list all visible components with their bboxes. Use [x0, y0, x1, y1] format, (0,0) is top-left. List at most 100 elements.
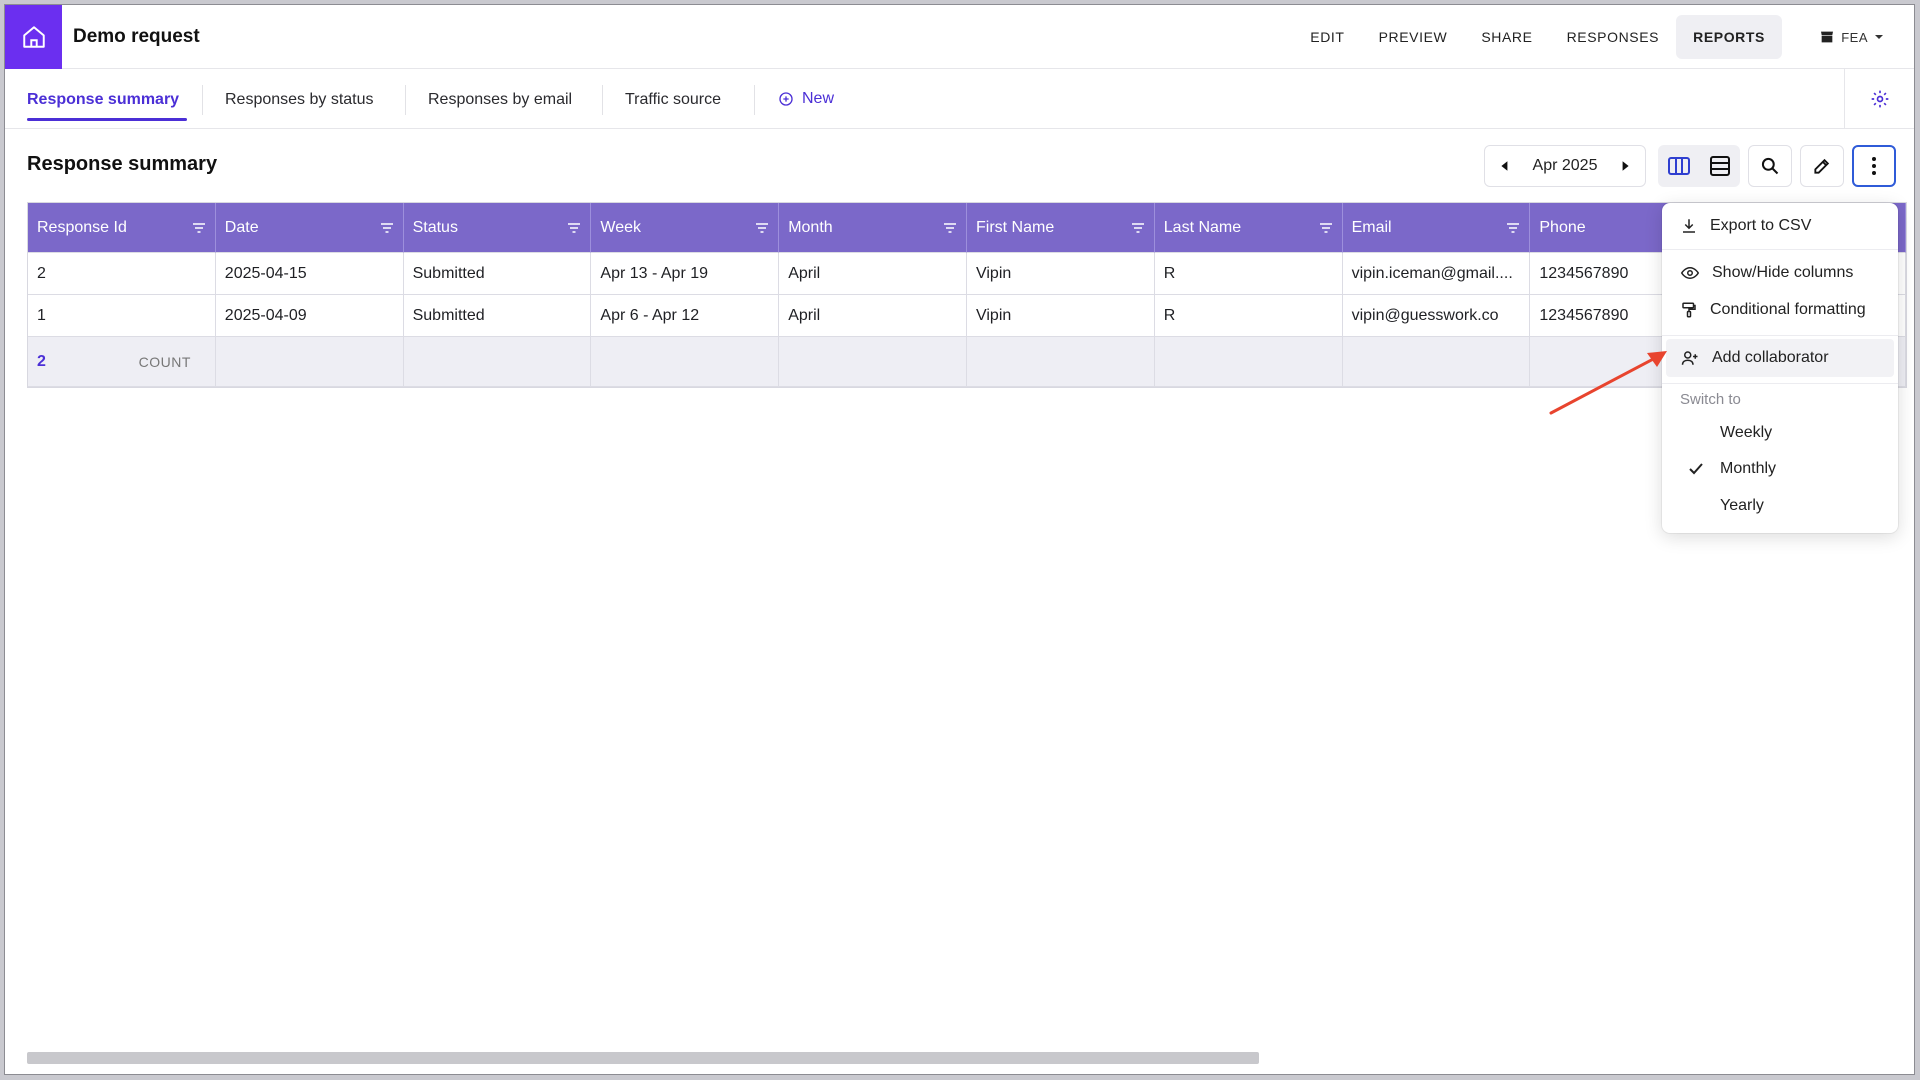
- menu-option-label: Monthly: [1720, 460, 1777, 477]
- table-row[interactable]: 1 2025-04-09 Submitted Apr 6 - Apr 12 Ap…: [28, 295, 1906, 337]
- column-header-label: Date: [224, 218, 259, 236]
- new-tab-button[interactable]: New: [778, 69, 834, 129]
- nav-share[interactable]: SHARE: [1464, 15, 1549, 59]
- top-bar: Demo request EDIT PREVIEW SHARE RESPONSE…: [5, 5, 1914, 69]
- column-header[interactable]: Month: [779, 203, 967, 253]
- column-header-label: Email: [1351, 218, 1392, 236]
- org-switcher[interactable]: FEA: [1819, 23, 1884, 51]
- filter-icon[interactable]: [380, 222, 394, 234]
- edit-report-button[interactable]: [1800, 145, 1844, 187]
- more-options-button[interactable]: [1852, 145, 1896, 187]
- rows-icon[interactable]: [1709, 155, 1731, 177]
- count-cell[interactable]: 2 COUNT: [28, 337, 216, 387]
- menu-item-show-hide-columns[interactable]: Show/Hide columns: [1662, 254, 1898, 292]
- table-cell: R: [1154, 253, 1343, 295]
- check-icon-wrap: [1688, 462, 1714, 476]
- menu-option-label: Weekly: [1720, 424, 1773, 441]
- nav-edit[interactable]: EDIT: [1293, 15, 1361, 59]
- filter-icon[interactable]: [1319, 222, 1333, 234]
- menu-item-export-csv[interactable]: Export to CSV: [1662, 207, 1898, 245]
- column-header-label: Response Id: [37, 218, 127, 236]
- page-title: Response summary: [27, 153, 218, 175]
- store-icon: [1821, 31, 1834, 43]
- report-settings-button[interactable]: [1844, 69, 1914, 129]
- menu-divider: [1662, 249, 1898, 250]
- tab-divider: [754, 85, 755, 115]
- table-footer-cell[interactable]: [779, 337, 968, 387]
- tab-traffic-source[interactable]: Traffic source: [625, 69, 721, 129]
- search-icon: [1761, 157, 1779, 175]
- filter-icon[interactable]: [192, 222, 206, 234]
- table-cell: 2025-04-09: [215, 295, 404, 337]
- column-header-label: Week: [600, 218, 641, 236]
- nav-preview[interactable]: PREVIEW: [1362, 15, 1465, 59]
- column-header[interactable]: Email: [1342, 203, 1531, 253]
- menu-item-label: Add collaborator: [1712, 349, 1829, 366]
- tab-response-summary[interactable]: Response summary: [27, 69, 188, 129]
- table-cell: 2: [28, 253, 216, 295]
- menu-option-yearly[interactable]: Yearly: [1662, 489, 1898, 523]
- table-cell: 1: [28, 295, 216, 337]
- menu-option-monthly[interactable]: Monthly: [1662, 452, 1898, 486]
- table-cell: Submitted: [403, 295, 592, 337]
- pencil-icon: [1814, 158, 1830, 174]
- tab-responses-by-status[interactable]: Responses by status: [225, 69, 374, 129]
- columns-icon[interactable]: [1667, 155, 1691, 177]
- chevron-left-icon[interactable]: [1499, 160, 1511, 172]
- column-header[interactable]: First Name: [966, 203, 1155, 253]
- menu-item-conditional-formatting[interactable]: Conditional formatting: [1662, 291, 1898, 329]
- filter-icon[interactable]: [755, 222, 769, 234]
- column-header[interactable]: Last Name: [1154, 203, 1343, 253]
- new-tab-label: New: [802, 90, 835, 107]
- search-button[interactable]: [1748, 145, 1792, 187]
- table-row[interactable]: 2 2025-04-15 Submitted Apr 13 - Apr 19 A…: [28, 253, 1906, 295]
- menu-divider: [1662, 383, 1898, 384]
- table-footer-cell[interactable]: [967, 337, 1155, 387]
- filter-icon[interactable]: [943, 222, 957, 234]
- more-options-menu: Export to CSV Show/Hide columns Conditio…: [1662, 203, 1898, 533]
- home-icon: [22, 26, 45, 48]
- tab-divider: [602, 85, 603, 115]
- gear-icon: [1871, 90, 1888, 108]
- filter-icon[interactable]: [1131, 222, 1145, 234]
- column-header[interactable]: Status: [403, 203, 592, 253]
- filter-icon[interactable]: [567, 222, 581, 234]
- menu-option-weekly[interactable]: Weekly: [1662, 416, 1898, 450]
- table-cell: Vipin: [966, 253, 1155, 295]
- menu-divider: [1662, 335, 1898, 336]
- menu-item-add-collaborator[interactable]: Add collaborator: [1666, 339, 1894, 377]
- app-window: Demo request EDIT PREVIEW SHARE RESPONSE…: [4, 4, 1915, 1075]
- nav-responses[interactable]: RESPONSES: [1550, 15, 1677, 59]
- filter-icon[interactable]: [1506, 222, 1520, 234]
- column-header[interactable]: Date: [215, 203, 404, 253]
- eye-icon: [1680, 266, 1700, 280]
- menu-item-label: Conditional formatting: [1710, 301, 1866, 318]
- column-header-label: Status: [412, 218, 458, 236]
- column-header-label: First Name: [975, 218, 1055, 236]
- table-footer-cell[interactable]: [1154, 337, 1343, 387]
- table-footer-cell[interactable]: [1342, 337, 1531, 387]
- horizontal-scrollbar[interactable]: [27, 1052, 1259, 1064]
- table-footer-cell[interactable]: [403, 337, 592, 387]
- app-title: Demo request: [73, 26, 200, 47]
- period-navigator: Apr 2025: [1484, 145, 1646, 187]
- paint-roller-icon: [1682, 302, 1696, 318]
- column-header[interactable]: Response Id: [28, 203, 216, 253]
- nav-reports[interactable]: REPORTS: [1676, 15, 1782, 59]
- count-value: 2: [37, 352, 46, 370]
- chevron-right-icon[interactable]: [1619, 160, 1631, 172]
- table-footer-cell[interactable]: [591, 337, 780, 387]
- report-tabs: Response summary Responses by status Res…: [5, 69, 1914, 129]
- period-label[interactable]: Apr 2025: [1533, 157, 1598, 175]
- table-cell: vipin@guesswork.co: [1342, 295, 1531, 337]
- table-footer-cell[interactable]: [215, 337, 404, 387]
- menu-item-label: Export to CSV: [1710, 217, 1812, 234]
- tab-responses-by-email[interactable]: Responses by email: [428, 69, 572, 129]
- table-cell: Vipin: [966, 295, 1155, 337]
- table-cell: April: [779, 295, 967, 337]
- home-button[interactable]: [5, 5, 62, 69]
- tab-divider: [202, 85, 203, 115]
- column-header[interactable]: Week: [591, 203, 780, 253]
- check-icon: [1689, 463, 1703, 475]
- plus-circle-icon: [779, 92, 793, 106]
